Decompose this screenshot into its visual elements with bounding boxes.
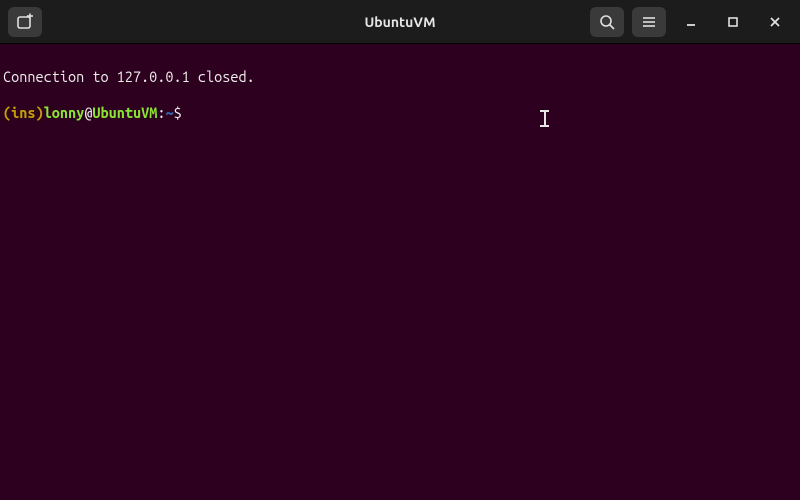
maximize-icon	[726, 15, 740, 29]
new-tab-icon	[16, 13, 34, 31]
prompt-symbol: $	[174, 104, 182, 121]
minimize-icon	[684, 15, 698, 29]
menu-button[interactable]	[632, 7, 666, 37]
window-title: UbuntuVM	[364, 14, 435, 30]
terminal-prompt-line: (ins)lonny@UbuntuVM:~$	[3, 104, 800, 122]
minimize-button[interactable]	[674, 7, 708, 37]
close-button[interactable]	[758, 7, 792, 37]
search-button[interactable]	[590, 7, 624, 37]
terminal-viewport[interactable]: Connection to 127.0.0.1 closed. (ins)lon…	[0, 44, 800, 500]
prompt-host: UbuntuVM	[92, 104, 157, 121]
search-icon	[599, 14, 615, 30]
prompt-paren-open: (	[3, 104, 11, 121]
prompt-user: lonny	[44, 104, 85, 121]
prompt-paren-close: )	[36, 104, 44, 121]
terminal-output-line: Connection to 127.0.0.1 closed.	[3, 68, 800, 86]
titlebar-right-cluster	[590, 7, 792, 37]
prompt-cwd: ~	[165, 104, 173, 121]
close-icon	[768, 15, 782, 29]
terminal-text: Connection to 127.0.0.1 closed.	[3, 68, 255, 85]
maximize-button[interactable]	[716, 7, 750, 37]
new-tab-button[interactable]	[8, 7, 42, 37]
hamburger-menu-icon	[641, 14, 657, 30]
window-titlebar: UbuntuVM	[0, 0, 800, 44]
prompt-mode: ins	[11, 104, 35, 121]
